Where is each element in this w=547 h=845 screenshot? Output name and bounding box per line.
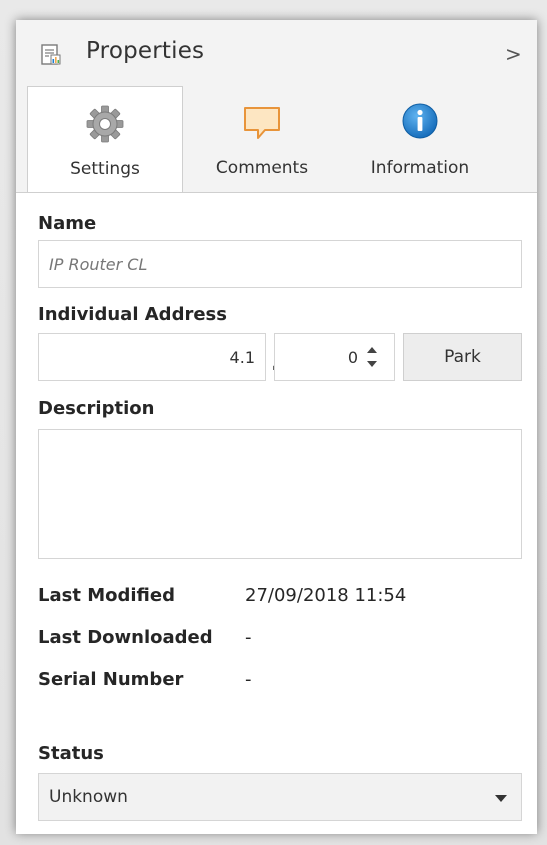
comment-bubble-icon: [243, 106, 281, 144]
stepper-up-icon[interactable]: [367, 347, 377, 353]
last-downloaded-label: Last Downloaded: [38, 627, 213, 648]
collapse-chevron-icon[interactable]: >: [505, 42, 523, 66]
panel-title: Properties: [86, 38, 205, 64]
address-main-value: 4.1: [229, 348, 255, 367]
name-field[interactable]: IP Router CL: [38, 240, 522, 288]
tab-comments[interactable]: Comments: [186, 86, 338, 192]
gear-icon: [86, 105, 124, 147]
settings-content: Name IP Router CL Individual Address 4.1…: [16, 192, 537, 834]
last-downloaded-value: -: [245, 627, 252, 648]
tab-information[interactable]: Information: [346, 86, 494, 192]
last-modified-label: Last Modified: [38, 585, 175, 606]
panel-header: Properties >: [16, 20, 537, 86]
tab-comments-label: Comments: [215, 158, 309, 178]
tab-settings[interactable]: Settings: [27, 86, 183, 194]
name-label: Name: [38, 213, 97, 234]
properties-document-icon: [40, 44, 62, 66]
last-modified-value: 27/09/2018 11:54: [245, 585, 407, 606]
individual-address-label: Individual Address: [38, 304, 227, 325]
description-label: Description: [38, 398, 155, 419]
serial-number-value: -: [245, 669, 252, 690]
stepper-down-icon[interactable]: [367, 361, 377, 367]
tab-information-label: Information: [370, 158, 470, 178]
serial-number-label: Serial Number: [38, 669, 184, 690]
address-device-stepper[interactable]: 0: [274, 333, 395, 381]
address-main-field[interactable]: 4.1: [38, 333, 266, 381]
tab-strip: Settings Comments Information: [16, 86, 537, 194]
park-button[interactable]: Park: [403, 333, 522, 381]
status-label: Status: [38, 743, 104, 764]
status-select[interactable]: Unknown: [38, 773, 522, 821]
description-field[interactable]: [38, 429, 522, 559]
dropdown-arrow-icon: [495, 795, 507, 802]
address-device-value: 0: [347, 348, 358, 367]
status-select-value: Unknown: [49, 787, 128, 807]
name-field-value: IP Router CL: [49, 255, 148, 274]
info-icon: [401, 102, 439, 144]
tab-settings-label: Settings: [70, 159, 140, 179]
